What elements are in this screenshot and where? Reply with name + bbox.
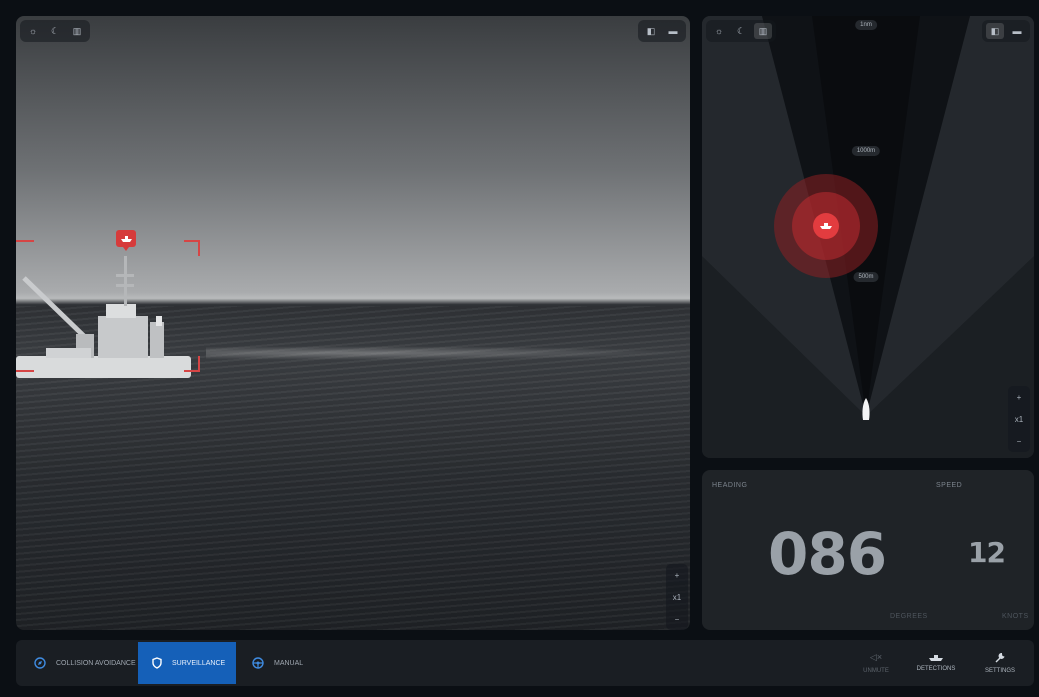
- target-bracket-top-left: [16, 240, 34, 256]
- boat-icon: [120, 235, 132, 242]
- layout-split-icon[interactable]: ◧: [642, 23, 660, 39]
- unmute-button[interactable]: ◁× UNMUTE: [848, 644, 904, 682]
- mode-manual[interactable]: MANUAL: [238, 642, 317, 684]
- range-label-1nm: 1nm: [855, 20, 877, 30]
- tool-label: DETECTIONS: [916, 666, 956, 672]
- radar-view[interactable]: 1nm 1000m 500m ☼ ☾ ▥ ◧ ▬ + x1 −: [702, 16, 1034, 458]
- moon-icon[interactable]: ☾: [732, 23, 750, 39]
- tool-label: SETTINGS: [984, 667, 1015, 674]
- range-label-500m: 500m: [853, 272, 879, 282]
- thermal-icon[interactable]: ▥: [754, 23, 772, 39]
- target-bracket-bottom-right: [184, 356, 200, 372]
- radar-toolbar-left: ☼ ☾ ▥: [706, 20, 776, 42]
- mode-bar: COLLISION AVOIDANCE SURVEILLANCE MANUAL …: [16, 640, 1034, 686]
- tool-label: UNMUTE: [863, 668, 889, 674]
- boat-icon: [929, 655, 943, 661]
- layout-split-icon[interactable]: ◧: [986, 23, 1004, 39]
- wrench-icon: [995, 652, 1005, 662]
- mode-collision-avoidance[interactable]: COLLISION AVOIDANCE: [20, 642, 150, 684]
- range-label-1000m: 1000m: [851, 146, 881, 156]
- navigation-panel: HEADING SPEED 086 12 DEGREES KNOTS: [702, 470, 1034, 630]
- radar-toolbar-right: ◧ ▬: [982, 20, 1030, 42]
- camera-zoom-control: + x1 −: [666, 564, 688, 630]
- zoom-level: x1: [1014, 414, 1024, 424]
- layout-full-icon[interactable]: ▬: [1008, 23, 1026, 39]
- zoom-out-button[interactable]: −: [666, 608, 688, 630]
- steering-wheel-icon: [252, 657, 264, 669]
- heading-value: 086: [768, 520, 887, 588]
- moon-icon[interactable]: ☾: [46, 23, 64, 39]
- detections-button[interactable]: DETECTIONS: [908, 644, 964, 682]
- compass-icon: [34, 657, 46, 669]
- vessel-wake: [206, 346, 690, 360]
- camera-view[interactable]: ☼ ☾ ▥ ◧ ▬ + x1 −: [16, 16, 690, 630]
- zoom-level: x1: [672, 592, 682, 602]
- zoom-out-button[interactable]: −: [1008, 430, 1030, 452]
- camera-toolbar-left: ☼ ☾ ▥: [20, 20, 90, 42]
- mode-label: COLLISION AVOIDANCE: [56, 659, 136, 667]
- target-marker[interactable]: [116, 230, 136, 251]
- heading-unit: DEGREES: [890, 613, 928, 620]
- mode-surveillance[interactable]: SURVEILLANCE: [138, 642, 236, 684]
- radar-sectors: [702, 16, 1034, 458]
- zoom-in-button[interactable]: +: [666, 564, 688, 586]
- thermal-icon[interactable]: ▥: [68, 23, 86, 39]
- camera-toolbar-right: ◧ ▬: [638, 20, 686, 42]
- zoom-in-button[interactable]: +: [1008, 386, 1030, 408]
- target-bracket-bottom-left: [16, 356, 34, 372]
- layout-full-icon[interactable]: ▬: [664, 23, 682, 39]
- speed-value: 12: [968, 536, 1006, 569]
- settings-button[interactable]: SETTINGS: [972, 644, 1028, 682]
- mode-label: SURVEILLANCE: [172, 659, 226, 667]
- speed-unit: KNOTS: [1002, 613, 1029, 620]
- shield-icon: [152, 657, 162, 669]
- target-bracket-top-right: [184, 240, 200, 256]
- heading-label: HEADING: [712, 482, 748, 489]
- mode-label: MANUAL: [274, 659, 304, 667]
- sun-icon[interactable]: ☼: [24, 23, 42, 39]
- speed-label: SPEED: [936, 482, 963, 489]
- speaker-muted-icon: ◁×: [869, 652, 883, 662]
- sun-icon[interactable]: ☼: [710, 23, 728, 39]
- radar-zoom-control: + x1 −: [1008, 386, 1030, 452]
